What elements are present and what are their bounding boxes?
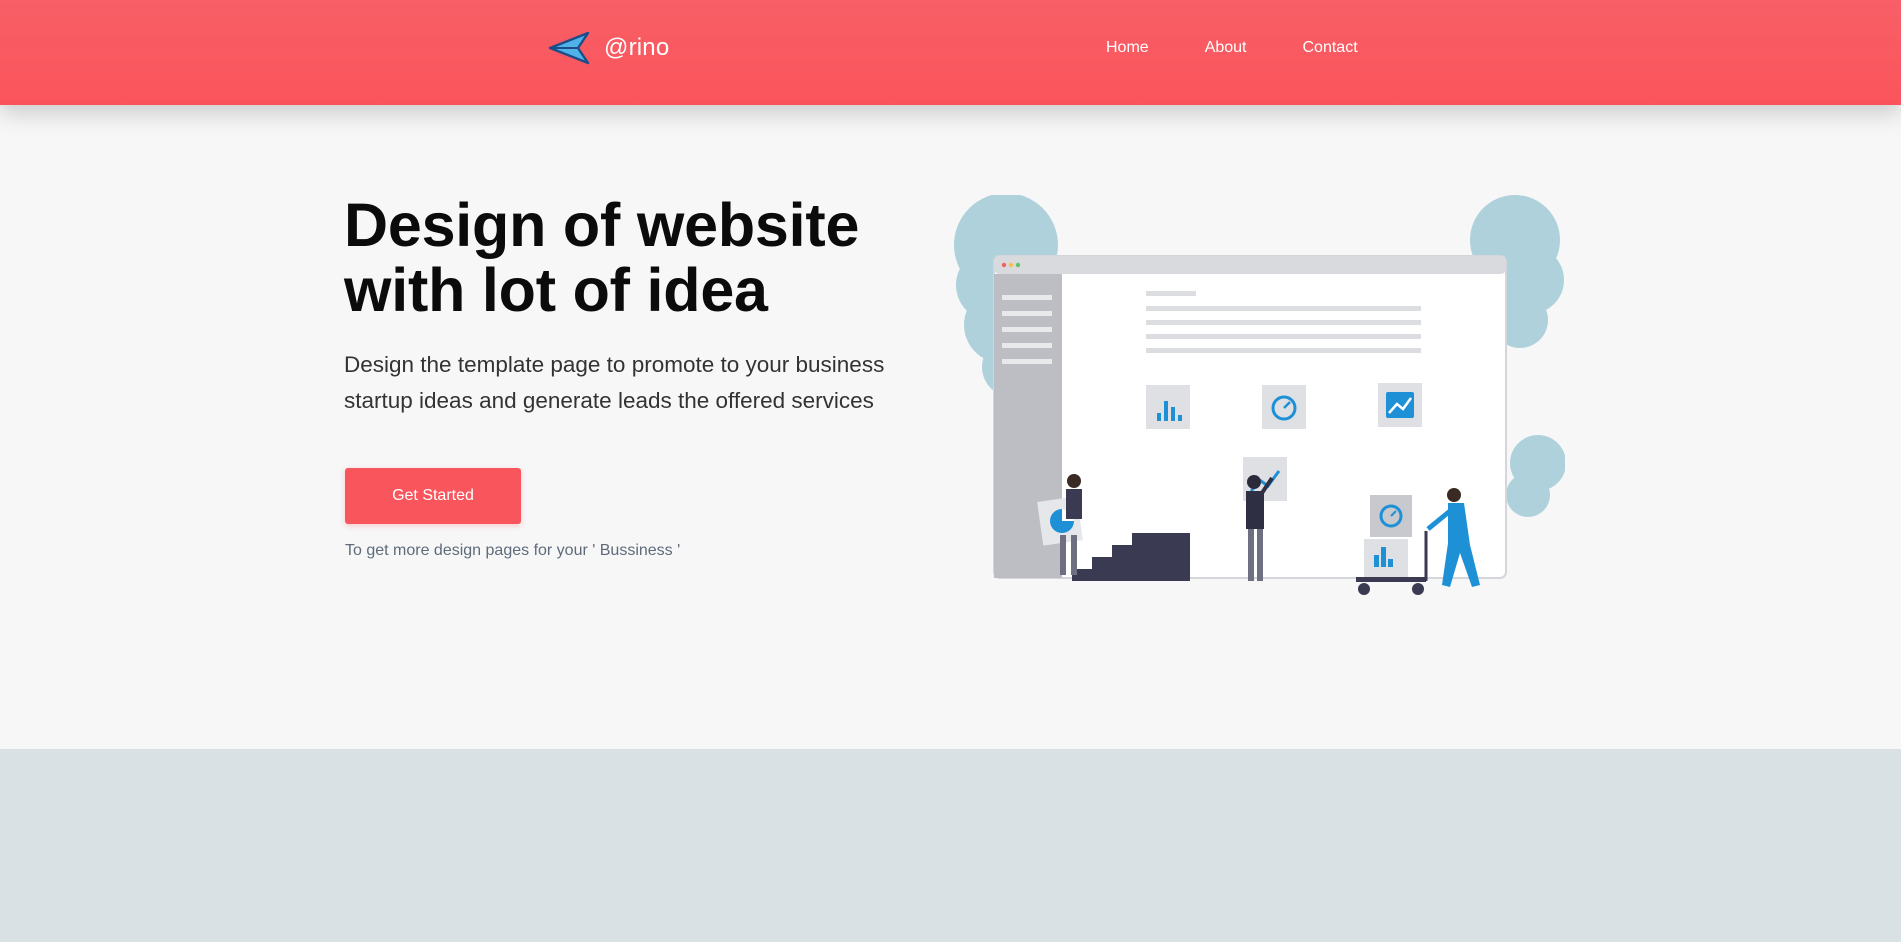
brand-name: @rino [604, 34, 670, 61]
hero-section: Design of website with lot of idea Desig… [0, 105, 1901, 749]
hero-illustration [954, 195, 1565, 595]
bar-chart-icon [1146, 385, 1190, 429]
paper-plane-icon [548, 31, 590, 65]
nav-link-home[interactable]: Home [1106, 38, 1149, 58]
hero-title-line-2: with lot of idea [344, 256, 768, 324]
hero-title-line-1: Design of website [344, 191, 860, 259]
top-navbar: @rino Home About Contact [0, 0, 1901, 105]
get-started-button[interactable]: Get Started [345, 468, 521, 524]
hero-note: To get more design pages for your ' Buss… [345, 542, 681, 559]
hero-title: Design of website with lot of idea [344, 193, 859, 323]
hero-subtitle-line-1: Design the template page to promote to y… [344, 352, 885, 377]
hero-subtitle-line-2: startup ideas and generate leads the off… [344, 388, 874, 413]
brand-logo[interactable]: @rino [548, 30, 669, 66]
hero-subtitle: Design the template page to promote to y… [344, 347, 944, 419]
nav-link-contact[interactable]: Contact [1303, 38, 1358, 58]
trend-chart-icon [1378, 383, 1422, 427]
nav-link-about[interactable]: About [1205, 38, 1247, 58]
main-nav: Home About Contact [1106, 38, 1358, 58]
gauge-icon [1262, 385, 1306, 429]
lower-section [0, 749, 1901, 942]
